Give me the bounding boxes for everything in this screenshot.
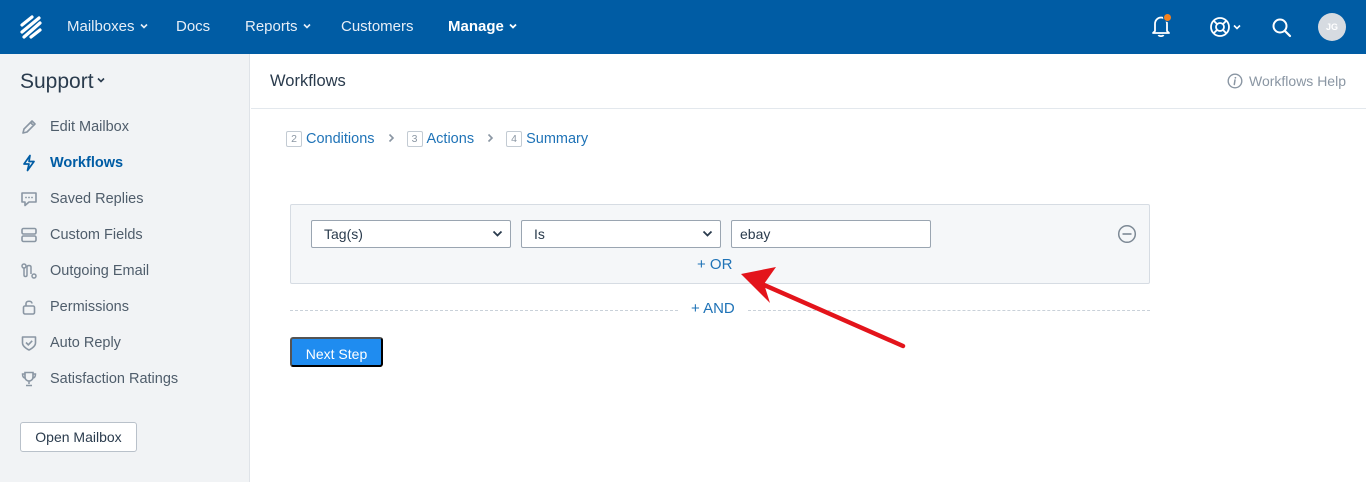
sidebar-item-outgoing-email[interactable]: Outgoing Email bbox=[20, 261, 240, 281]
user-avatar[interactable]: JG bbox=[1318, 13, 1346, 41]
chevron-down-icon bbox=[492, 230, 503, 237]
search-icon[interactable] bbox=[1271, 14, 1293, 40]
step-actions[interactable]: 3 Actions bbox=[406, 131, 475, 147]
nav-manage-label: Manage bbox=[448, 18, 504, 35]
nav-customers-label: Customers bbox=[341, 18, 414, 35]
trophy-icon bbox=[21, 371, 37, 387]
sidebar-item-label: Satisfaction Ratings bbox=[50, 371, 179, 387]
step-number: 3 bbox=[406, 131, 423, 147]
step-label: Actions bbox=[426, 131, 475, 147]
chevron-down-icon bbox=[702, 230, 713, 237]
workflow-steps-breadcrumb: 2 Conditions 3 Actions 4 Summary bbox=[286, 131, 588, 149]
step-label: Summary bbox=[526, 131, 589, 147]
chevron-down-icon bbox=[139, 23, 148, 29]
sidebar-item-satisfaction-ratings[interactable]: Satisfaction Ratings bbox=[20, 369, 240, 389]
chevron-down-icon bbox=[302, 23, 311, 29]
chevron-down-icon bbox=[96, 77, 105, 83]
info-icon bbox=[1227, 73, 1243, 89]
next-step-button[interactable]: Next Step bbox=[290, 337, 383, 367]
add-or-condition-link[interactable]: + OR bbox=[697, 256, 732, 273]
sidebar-item-label: Saved Replies bbox=[50, 191, 144, 207]
chevron-right-icon bbox=[488, 133, 494, 143]
fields-icon bbox=[21, 227, 37, 243]
lock-icon bbox=[22, 300, 36, 315]
sidebar-item-label: Edit Mailbox bbox=[50, 119, 129, 135]
sidebar-item-auto-reply[interactable]: Auto Reply bbox=[20, 333, 240, 353]
sidebar-item-edit-mailbox[interactable]: Edit Mailbox bbox=[20, 117, 240, 137]
sidebar-item-label: Auto Reply bbox=[50, 335, 121, 351]
select-value: Tag(s) bbox=[324, 226, 363, 242]
nav-mailboxes-label: Mailboxes bbox=[67, 18, 135, 35]
chevron-down-icon bbox=[509, 23, 517, 29]
step-label: Conditions bbox=[306, 131, 375, 147]
lightning-icon bbox=[23, 154, 35, 172]
page-title: Workflows bbox=[270, 72, 346, 90]
sidebar-item-label: Custom Fields bbox=[50, 227, 143, 243]
condition-group: Tag(s) Is ebay + OR bbox=[290, 204, 1150, 284]
settings-sidebar: Support Edit Mailbox Workflows Saved Rep… bbox=[0, 54, 250, 482]
condition-operator-select[interactable]: Is bbox=[521, 220, 721, 248]
sidebar-item-saved-replies[interactable]: Saved Replies bbox=[20, 189, 240, 209]
help-lifebuoy-icon[interactable] bbox=[1209, 14, 1243, 40]
top-navigation-bar: Mailboxes Docs Reports Customers Manage … bbox=[0, 0, 1366, 54]
help-label: Workflows Help bbox=[1249, 73, 1346, 89]
condition-field-select[interactable]: Tag(s) bbox=[311, 220, 511, 248]
chat-bubble-icon bbox=[21, 192, 37, 207]
logo-icon[interactable] bbox=[20, 15, 42, 39]
nav-manage[interactable]: Manage bbox=[448, 0, 517, 54]
condition-value-input[interactable]: ebay bbox=[731, 220, 931, 248]
sidebar-item-label: Outgoing Email bbox=[50, 263, 150, 279]
workflows-help-link[interactable]: Workflows Help bbox=[1227, 73, 1346, 89]
route-icon bbox=[21, 263, 37, 279]
open-mailbox-button[interactable]: Open Mailbox bbox=[20, 422, 137, 452]
sidebar-item-label: Workflows bbox=[50, 155, 124, 171]
notification-badge bbox=[1163, 13, 1172, 22]
step-number: 2 bbox=[286, 131, 302, 147]
chevron-right-icon bbox=[388, 133, 394, 143]
select-value: Is bbox=[534, 226, 545, 242]
nav-mailboxes[interactable]: Mailboxes bbox=[67, 0, 148, 54]
sidebar-item-custom-fields[interactable]: Custom Fields bbox=[20, 225, 240, 245]
nav-docs[interactable]: Docs bbox=[176, 0, 210, 54]
divider bbox=[290, 310, 678, 311]
step-summary[interactable]: 4 Summary bbox=[506, 131, 588, 147]
pencil-icon bbox=[22, 120, 36, 134]
annotation-arrow-icon bbox=[741, 267, 906, 349]
nav-customers[interactable]: Customers bbox=[341, 0, 414, 54]
sidebar-item-label: Permissions bbox=[50, 299, 129, 315]
shield-check-icon bbox=[21, 336, 37, 351]
step-conditions[interactable]: 2 Conditions bbox=[286, 131, 375, 147]
nav-reports-label: Reports bbox=[245, 18, 298, 35]
step-number: 4 bbox=[506, 131, 523, 147]
add-and-condition-link[interactable]: + AND bbox=[691, 300, 735, 317]
remove-condition-icon[interactable] bbox=[1117, 224, 1137, 244]
page-header: Workflows Workflows Help bbox=[251, 54, 1366, 109]
mailbox-name: Support bbox=[20, 70, 94, 93]
sidebar-item-permissions[interactable]: Permissions bbox=[20, 297, 240, 317]
nav-reports[interactable]: Reports bbox=[245, 0, 311, 54]
sidebar-item-workflows[interactable]: Workflows bbox=[20, 153, 240, 173]
nav-docs-label: Docs bbox=[176, 18, 211, 35]
mailbox-switcher[interactable]: Support bbox=[20, 70, 105, 94]
